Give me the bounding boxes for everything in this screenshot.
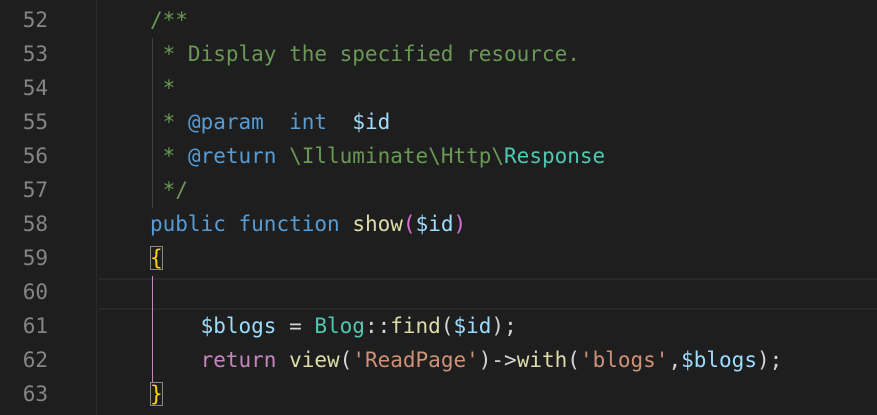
line-code[interactable]: */ [150,173,188,207]
code-token: \Illuminate\Http\ [276,144,505,168]
code-token: Response [504,144,606,168]
code-token: $id [415,212,454,236]
code-token: } [150,382,163,406]
code-token: ); [756,348,783,372]
code-token: show [352,212,403,236]
code-token: $blogs [200,314,277,338]
line-code[interactable]: { [150,241,163,275]
line-code[interactable]: return view('ReadPage')->with('blogs',$b… [150,343,783,377]
code-token: /** [150,8,188,32]
code-line[interactable]: 61 $blogs = Blog::find($id); [0,309,877,343]
line-code[interactable]: * [150,71,176,105]
code-token: view [289,348,340,372]
code-token: * [150,76,176,100]
line-number: 56 [22,144,48,168]
line-number: 53 [22,42,48,66]
line-number: 57 [22,178,48,202]
code-token: find [390,314,441,338]
code-token: :: [364,314,391,338]
code-line[interactable]: 53 * Display the specified resource. [0,37,877,71]
code-line[interactable]: 55 * @param int $id [0,105,877,139]
code-token: ( [339,348,353,372]
code-token: ( [567,348,580,372]
code-token: { [150,246,163,270]
line-code[interactable]: public function show($id) [150,207,466,241]
code-line[interactable]: 58 public function show($id) [0,207,877,241]
line-number: 58 [22,212,48,236]
line-code[interactable]: * @return \Illuminate\Http\Response [150,139,606,173]
code-token: ); [491,314,517,338]
code-token: public [150,212,226,236]
code-token: )-> [478,348,517,372]
code-line[interactable]: 60 [0,275,877,309]
code-token: Blog [314,314,365,338]
line-number: 61 [22,314,48,338]
line-number: 59 [22,246,48,270]
code-token: ( [440,314,454,338]
code-token: * [150,144,188,168]
code-token: $id [352,110,391,134]
code-line[interactable]: 54 * [0,71,877,105]
line-code[interactable]: * @param int $id [150,105,391,139]
code-token: return [200,348,277,372]
code-token: @param [187,110,264,134]
line-number: 55 [22,110,48,134]
code-line[interactable]: 62 return view('ReadPage')->with('blogs'… [0,343,877,377]
line-number: 54 [22,76,48,100]
code-token: 'blogs' [579,348,669,372]
code-token: @return [187,144,277,168]
line-code[interactable]: * Display the specified resource. [150,37,580,71]
code-token: function [238,212,340,236]
code-line[interactable]: 57 */ [0,173,877,207]
code-line[interactable]: 59 { [0,241,877,275]
code-line[interactable]: 52 /** [0,3,877,37]
line-code[interactable]: $blogs = Blog::find($id); [150,309,517,343]
line-code[interactable]: } [150,377,163,411]
code-token: $blogs [681,348,757,372]
line-code[interactable]: /** [150,3,188,37]
code-line[interactable]: 56 * @return \Illuminate\Http\Response [0,139,877,173]
line-number: 62 [22,348,48,372]
code-token: * Display the specified resource. [150,42,580,66]
code-token: * [150,110,188,134]
line-number: 63 [22,382,48,406]
code-token: $id [453,314,492,338]
code-line[interactable]: 63} [0,377,877,411]
code-token: ( [402,212,416,236]
code-token: with [516,348,568,372]
code-editor[interactable]: 52 /** 53 * Display the specified resource… [0,0,877,415]
line-number: 60 [22,280,48,304]
code-token: 'ReadPage' [352,348,479,372]
code-token: ) [453,212,467,236]
code-token: , [668,348,682,372]
code-token: int [289,110,328,134]
line-number: 52 [22,8,48,32]
code-token: = [276,314,315,338]
code-token: */ [150,178,188,202]
